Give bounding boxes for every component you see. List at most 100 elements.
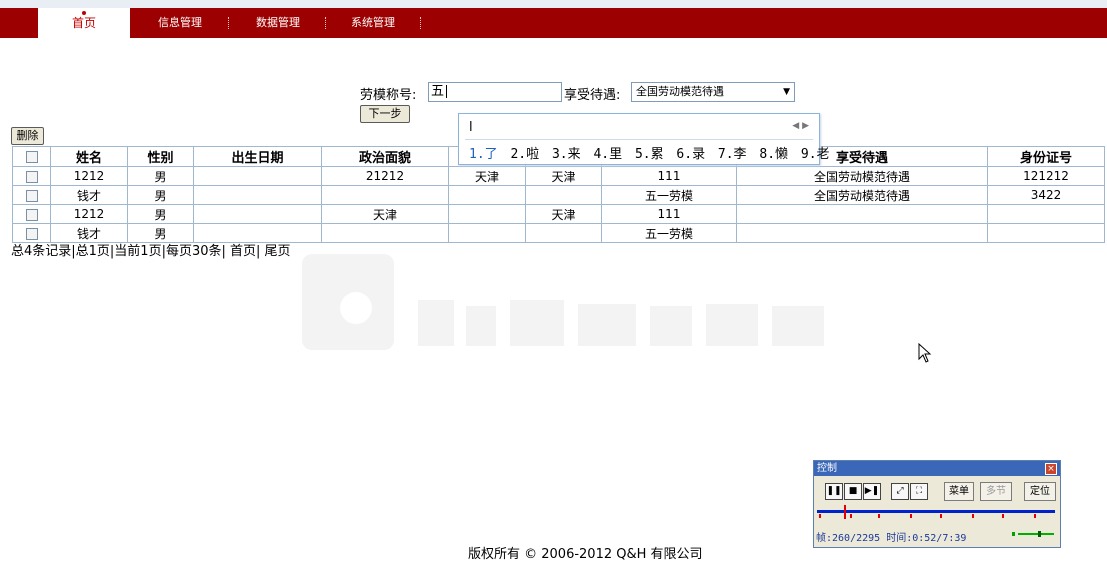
dropdown-arrow-icon: ▼	[783, 87, 790, 97]
first-page-link[interactable]: 首页	[230, 244, 256, 259]
timeline-tick	[940, 514, 942, 518]
row-checkbox[interactable]	[25, 170, 38, 183]
table-row: 1212 男 21212 天津 天津 111 全国劳动模范待遇 121212	[12, 166, 1105, 186]
table-cell	[193, 185, 322, 205]
select-all-checkbox[interactable]	[25, 150, 38, 163]
ime-candidate[interactable]: 9.老	[801, 147, 830, 162]
ime-divider	[465, 139, 813, 140]
table-cell: 天津	[321, 204, 449, 224]
model-title-input[interactable]: 五	[428, 82, 562, 102]
next-step-button[interactable]: 下一步	[360, 105, 410, 123]
table-cell: 天津	[448, 166, 526, 186]
table-cell	[987, 223, 1105, 243]
table-cell: 男	[127, 185, 194, 205]
row-checkbox[interactable]	[25, 227, 38, 240]
table-cell: 五一劳模	[601, 185, 737, 205]
table-cell: 21212	[321, 166, 449, 186]
table-cell: 111	[601, 166, 737, 186]
row-checkbox[interactable]	[25, 208, 38, 221]
ime-candidate[interactable]: 2.啦	[510, 147, 539, 162]
table-cell	[736, 204, 988, 224]
table-cell	[321, 223, 449, 243]
watermark-logo	[302, 254, 824, 350]
treatment-selected-value: 全国劳动模范待遇	[636, 85, 724, 98]
column-header-birthdate: 出生日期	[193, 146, 322, 167]
ime-candidate[interactable]: 5.累	[635, 147, 664, 162]
text-caret	[446, 85, 448, 98]
timeline-tick	[972, 514, 974, 518]
tab-info-management[interactable]: 信息管理	[158, 8, 202, 38]
frame-time-readout: 帧:260/2295 时间:0:52/7:39	[816, 533, 967, 544]
ime-candidate[interactable]: 3.来	[552, 147, 581, 162]
ime-candidate[interactable]: 4.里	[593, 147, 622, 162]
table-cell	[448, 204, 526, 224]
treatment-select[interactable]: 全国劳动模范待遇 ▼	[631, 82, 795, 102]
table-cell: 全国劳动模范待遇	[736, 166, 988, 186]
select-all-cell[interactable]	[12, 146, 51, 167]
table-row: 钱才 男 五一劳模 全国劳动模范待遇 3422	[12, 185, 1105, 205]
nav-separator	[325, 17, 326, 29]
table-cell	[193, 166, 322, 186]
pagination-summary: 总4条记录|总1页|当前1页|每页30条|	[11, 244, 226, 259]
table-cell: 男	[127, 166, 194, 186]
row-select-cell[interactable]	[12, 204, 51, 224]
copyright-footer: 版权所有 © 2006-2012 Q&H 有限公司	[468, 547, 703, 562]
timeline-tick	[819, 514, 821, 518]
treatment-label: 享受待遇:	[564, 88, 621, 103]
pause-icon[interactable]: ❚❚	[825, 483, 843, 500]
table-cell	[193, 204, 322, 224]
model-title-label: 劳模称号:	[360, 88, 417, 103]
timeline-tick	[910, 514, 912, 518]
ime-candidate[interactable]: 6.录	[676, 147, 705, 162]
mouse-cursor-icon	[918, 343, 932, 363]
timeline-tick	[878, 514, 880, 518]
ime-candidate-list: 1.了 2.啦 3.来 4.里 5.累 6.录 7.李 8.懒 9.老	[469, 143, 835, 162]
stop-icon[interactable]: ■	[844, 483, 862, 500]
table-cell	[987, 204, 1105, 224]
row-select-cell[interactable]	[12, 185, 51, 205]
table-cell: 天津	[525, 204, 602, 224]
timeline-track[interactable]	[817, 510, 1055, 513]
table-cell: 全国劳动模范待遇	[736, 185, 988, 205]
volume-slider[interactable]	[1012, 531, 1056, 537]
column-header-political-status: 政治面貌	[321, 146, 449, 167]
locate-button[interactable]: 定位	[1024, 482, 1056, 501]
table-cell: 1212	[50, 166, 128, 186]
timeline-tick	[1034, 514, 1036, 518]
timeline-playhead[interactable]	[843, 505, 846, 519]
delete-button[interactable]: 删除	[11, 127, 44, 145]
ime-candidate[interactable]: 7.李	[718, 147, 747, 162]
close-icon[interactable]: ×	[1045, 463, 1057, 475]
playback-control-panel: 控制 × ❚❚ ■ ▶❚ ⤢ ⛶ 菜单 多节 定位 帧:260/2295 时间:…	[813, 460, 1061, 548]
step-forward-icon[interactable]: ▶❚	[863, 483, 881, 500]
timeline-tick	[1002, 514, 1004, 518]
ime-page-arrows-icon[interactable]: ◀ ▶	[792, 121, 809, 131]
table-cell: 121212	[987, 166, 1105, 186]
fullscreen-icon[interactable]: ⛶	[910, 483, 928, 500]
tab-system-management[interactable]: 系统管理	[351, 8, 395, 38]
ime-candidate[interactable]: 8.懒	[759, 147, 788, 162]
tab-data-management[interactable]: 数据管理	[256, 8, 300, 38]
nav-separator	[228, 17, 229, 29]
table-cell: 五一劳模	[601, 223, 737, 243]
row-checkbox[interactable]	[25, 189, 38, 202]
table-cell	[525, 223, 602, 243]
table-cell	[448, 223, 526, 243]
table-cell	[525, 185, 602, 205]
ime-candidate-window: l ◀ ▶ 1.了 2.啦 3.来 4.里 5.累 6.录 7.李 8.懒 9.…	[458, 113, 830, 165]
main-nav: 首页 信息管理 数据管理 系统管理	[0, 8, 1107, 38]
last-page-link[interactable]: 尾页	[265, 244, 291, 259]
column-header-id-number: 身份证号	[987, 146, 1105, 167]
row-select-cell[interactable]	[12, 166, 51, 186]
table-cell: 天津	[525, 166, 602, 186]
tab-home[interactable]: 首页	[38, 8, 130, 38]
menu-button[interactable]: 菜单	[944, 482, 974, 501]
ime-candidate[interactable]: 1.了	[469, 147, 498, 162]
table-cell: 钱才	[50, 185, 128, 205]
table-cell	[736, 223, 988, 243]
column-header-gender: 性别	[127, 146, 194, 167]
control-panel-titlebar[interactable]: 控制 ×	[814, 461, 1060, 476]
fit-window-icon[interactable]: ⤢	[891, 483, 909, 500]
table-cell	[321, 185, 449, 205]
control-panel-title: 控制	[817, 463, 837, 474]
